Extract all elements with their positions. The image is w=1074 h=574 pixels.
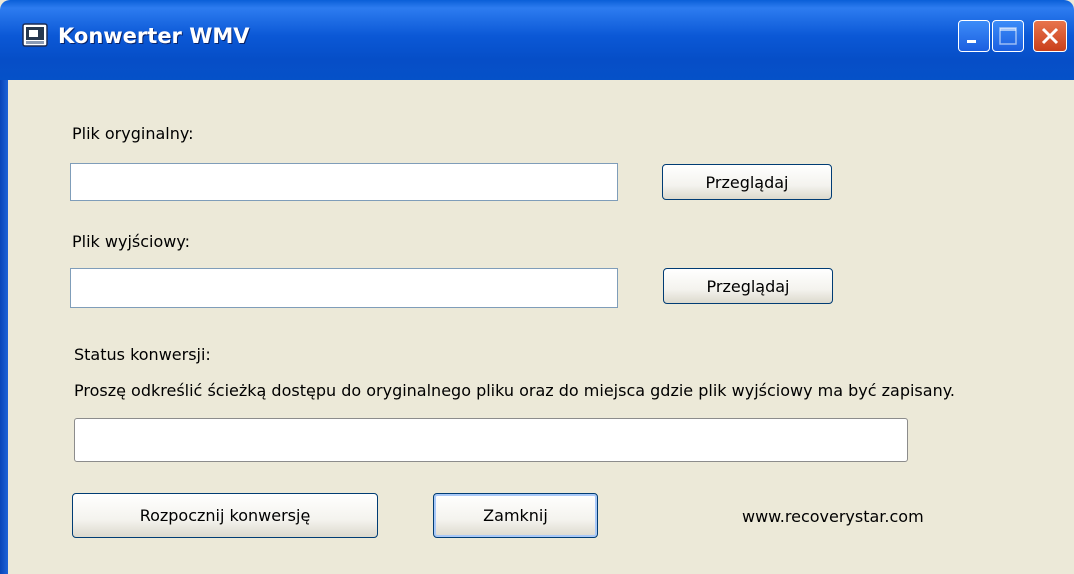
status-message: Proszę odkreślić ścieżką dostępu do oryg… (74, 381, 955, 400)
window-border (0, 80, 8, 574)
app-icon (22, 23, 48, 47)
source-file-input[interactable] (70, 163, 618, 201)
minimize-icon (967, 40, 976, 43)
minimize-button[interactable] (958, 20, 990, 52)
close-icon (1041, 27, 1059, 45)
title-bar[interactable]: Konwerter WMV (0, 0, 1074, 80)
output-file-label: Plik wyjściowy: (72, 232, 191, 251)
conversion-progress-bar (74, 418, 908, 462)
status-label: Status konwersji: (74, 345, 211, 364)
browse-source-button[interactable]: Przeglądaj (662, 164, 832, 200)
maximize-button[interactable] (992, 20, 1024, 52)
close-dialog-button[interactable]: Zamknij (433, 493, 598, 538)
browse-output-button[interactable]: Przeglądaj (663, 268, 833, 304)
source-file-label: Plik oryginalny: (72, 124, 194, 143)
output-file-input[interactable] (70, 268, 618, 308)
start-conversion-button[interactable]: Rozpocznij konwersję (72, 493, 378, 538)
window-title: Konwerter WMV (58, 24, 250, 48)
website-link[interactable]: www.recoverystar.com (742, 507, 924, 526)
maximize-icon (999, 27, 1017, 45)
close-button[interactable] (1033, 20, 1067, 52)
app-window: Konwerter WMV Plik oryginalny: Przegląda… (0, 0, 1074, 574)
